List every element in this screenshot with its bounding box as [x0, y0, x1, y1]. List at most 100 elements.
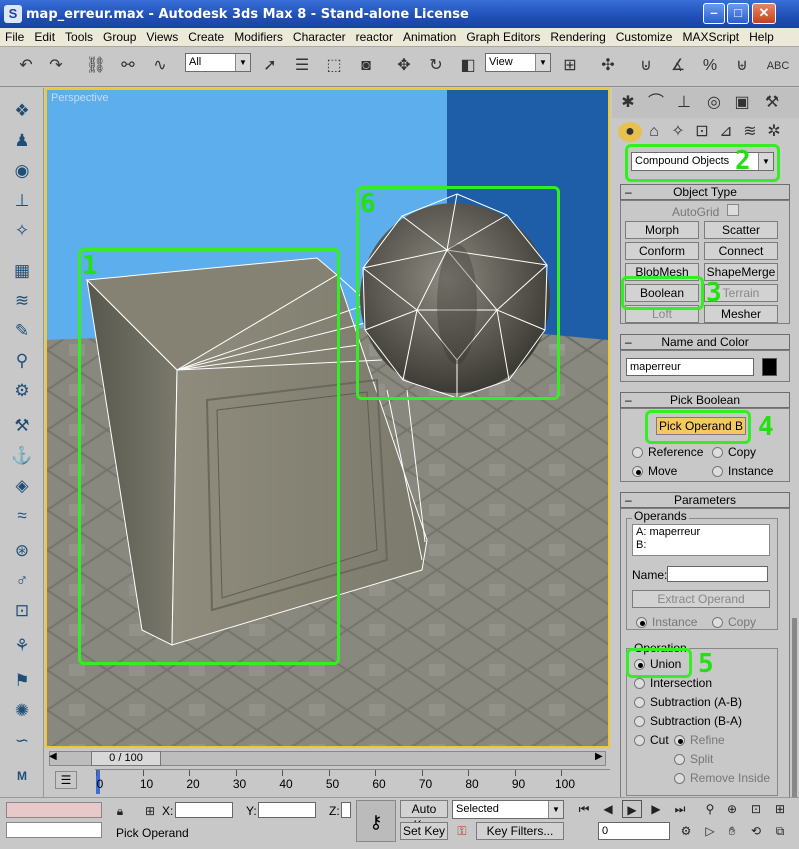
perspective-viewport[interactable]: Perspective 1 6 [45, 88, 610, 748]
hierarchy-tab-icon[interactable]: ⊥ [672, 90, 696, 116]
move-radio[interactable]: Move [632, 464, 677, 478]
select-and-link-icon[interactable]: ⛓ [84, 53, 108, 79]
menu-rendering[interactable]: Rendering [545, 28, 610, 46]
analyze-world-icon[interactable]: M [8, 763, 36, 789]
menu-tools[interactable]: Tools [60, 28, 98, 46]
bind-space-warp-icon[interactable]: ∿ [148, 53, 172, 79]
copy-radio[interactable]: Copy [712, 445, 756, 459]
time-prev-icon[interactable]: ◀ [49, 751, 57, 762]
motion-tab-icon[interactable]: ◎ [702, 90, 726, 116]
split-radio[interactable]: Split [674, 752, 713, 766]
auto-key-button[interactable]: Auto Key [400, 800, 448, 832]
operand-a-item[interactable]: A: maperreur [636, 526, 766, 539]
menu-edit[interactable]: Edit [29, 28, 60, 46]
space-warps-icon[interactable]: ≋ [738, 122, 762, 142]
subtraction-ab-radio[interactable]: Subtraction (A-B) [634, 695, 742, 709]
operand-b-item[interactable]: B: [636, 539, 766, 552]
max-logo-icon[interactable]: S [4, 5, 22, 23]
time-slider-thumb[interactable]: 0 / 100 [91, 751, 161, 766]
shapes-icon[interactable]: ⌂ [642, 122, 666, 142]
x-coord-field[interactable] [175, 802, 233, 818]
close-button[interactable]: ✕ [752, 3, 776, 24]
fov-icon[interactable]: ▷ [700, 822, 720, 840]
rope-collection-icon[interactable]: ⊥ [8, 188, 36, 214]
constraint-solver-icon[interactable]: ≈ [8, 503, 36, 529]
percent-snap-icon[interactable]: % [698, 53, 722, 79]
snap-toggle-icon[interactable]: ⊍ [634, 53, 658, 79]
play-icon[interactable]: ▶ [622, 800, 642, 818]
next-frame-icon[interactable]: ▶ [646, 800, 666, 818]
spinner-snap-icon[interactable]: ⊎ [730, 53, 754, 79]
toy-car-icon[interactable]: ⚒ [8, 413, 36, 439]
key-mode-icon[interactable]: ⚷ [356, 800, 396, 842]
menu-modifiers[interactable]: Modifiers [229, 28, 288, 46]
object-name-field[interactable]: maperreur [626, 358, 754, 376]
cut-radio[interactable]: Cut [634, 733, 669, 747]
ref-coord-dropdown[interactable]: View ▼ [485, 53, 551, 72]
manipulate-icon[interactable]: ✣ [596, 53, 620, 79]
maximize-button[interactable]: □ [727, 3, 749, 24]
arc-rotate-icon[interactable]: ⟲ [746, 822, 766, 840]
window-crossing-icon[interactable]: ◙ [354, 53, 378, 79]
zoom-extents-icon[interactable]: ⊡ [746, 800, 766, 818]
absolute-mode-icon[interactable]: ⊞ [140, 802, 160, 820]
point-to-point-icon[interactable]: ⊡ [8, 598, 36, 624]
create-tab-icon[interactable]: ✱ [616, 90, 640, 116]
set-key-icon[interactable]: ⚿ [452, 822, 472, 840]
selection-filter-dropdown[interactable]: All ▼ [185, 53, 251, 72]
minimize-button[interactable]: – [703, 3, 725, 24]
lights-icon[interactable]: ✧ [666, 122, 690, 142]
menu-help[interactable]: Help [744, 28, 779, 46]
time-next-icon[interactable]: ▶ [595, 751, 603, 762]
track-bar[interactable]: ☰ 0 10 20 30 40 50 60 70 80 90 100 [45, 767, 612, 797]
angle-snap-icon[interactable]: ∡ [666, 53, 690, 79]
display-tab-icon[interactable]: ▣ [730, 90, 754, 116]
hinge-icon[interactable]: ♂ [8, 568, 36, 594]
prev-frame-icon[interactable]: ◀ [598, 800, 618, 818]
z-coord-field[interactable] [341, 802, 351, 818]
geometry-icon[interactable]: ● [618, 122, 642, 142]
helpers-icon[interactable]: ⊿ [714, 122, 738, 142]
object-color-swatch[interactable] [762, 358, 777, 376]
wind-icon[interactable]: ⚙ [8, 378, 36, 404]
prismatic-icon[interactable]: ⚘ [8, 633, 36, 659]
menu-views[interactable]: Views [141, 28, 183, 46]
name-color-rollout-title[interactable]: – Name and Color [620, 334, 790, 350]
modify-tab-icon[interactable]: ⌒ [644, 90, 668, 116]
menu-customize[interactable]: Customize [611, 28, 678, 46]
cloth-collection-icon[interactable]: ♟ [8, 128, 36, 154]
y-coord-field[interactable] [258, 802, 316, 818]
set-key-button[interactable]: Set Key [400, 822, 448, 840]
goto-end-icon[interactable]: ⏭︎ [670, 800, 690, 818]
object-type-rollout-title[interactable]: – Object Type [620, 184, 790, 200]
spring-icon[interactable]: ≋ [8, 288, 36, 314]
redo-icon[interactable]: ↷ [44, 53, 68, 79]
menu-character[interactable]: Character [288, 28, 351, 46]
instance-radio[interactable]: Instance [712, 464, 773, 478]
operand-name-field[interactable] [667, 566, 768, 582]
systems-icon[interactable]: ✲ [762, 122, 786, 142]
water-icon[interactable]: ◈ [8, 473, 36, 499]
plane-icon[interactable]: ▦ [8, 258, 36, 284]
menu-maxscript[interactable]: MAXScript [677, 28, 744, 46]
named-selection-icon[interactable]: ABC [766, 53, 790, 79]
mini-curve-editor-icon[interactable]: ☰ [55, 771, 77, 789]
current-frame-field[interactable]: 0 [598, 822, 670, 840]
scale-icon[interactable]: ◧ [456, 53, 480, 79]
move-icon[interactable]: ✥ [392, 53, 416, 79]
conform-button[interactable]: Conform [625, 242, 699, 260]
menu-file[interactable]: File [0, 28, 29, 46]
autogrid-checkbox[interactable] [727, 204, 739, 216]
car-wheel-icon[interactable]: ⚑ [8, 668, 36, 694]
menu-graph-editors[interactable]: Graph Editors [461, 28, 545, 46]
deforming-mesh-icon[interactable]: ✧ [8, 218, 36, 244]
fracture-break-icon[interactable]: ✺ [8, 698, 36, 724]
remove-inside-radio[interactable]: Remove Inside [674, 771, 770, 785]
zoom-all-icon[interactable]: ⊕ [722, 800, 742, 818]
viewport-label[interactable]: Perspective [51, 92, 108, 104]
time-config-icon[interactable]: ⚙ [676, 822, 696, 840]
zoom-extents-all-icon[interactable]: ⊞ [770, 800, 790, 818]
select-object-icon[interactable]: ➚ [258, 53, 282, 79]
pan-icon[interactable]: ✋︎ [722, 822, 742, 840]
maxscript-listener-mini[interactable] [6, 802, 102, 818]
